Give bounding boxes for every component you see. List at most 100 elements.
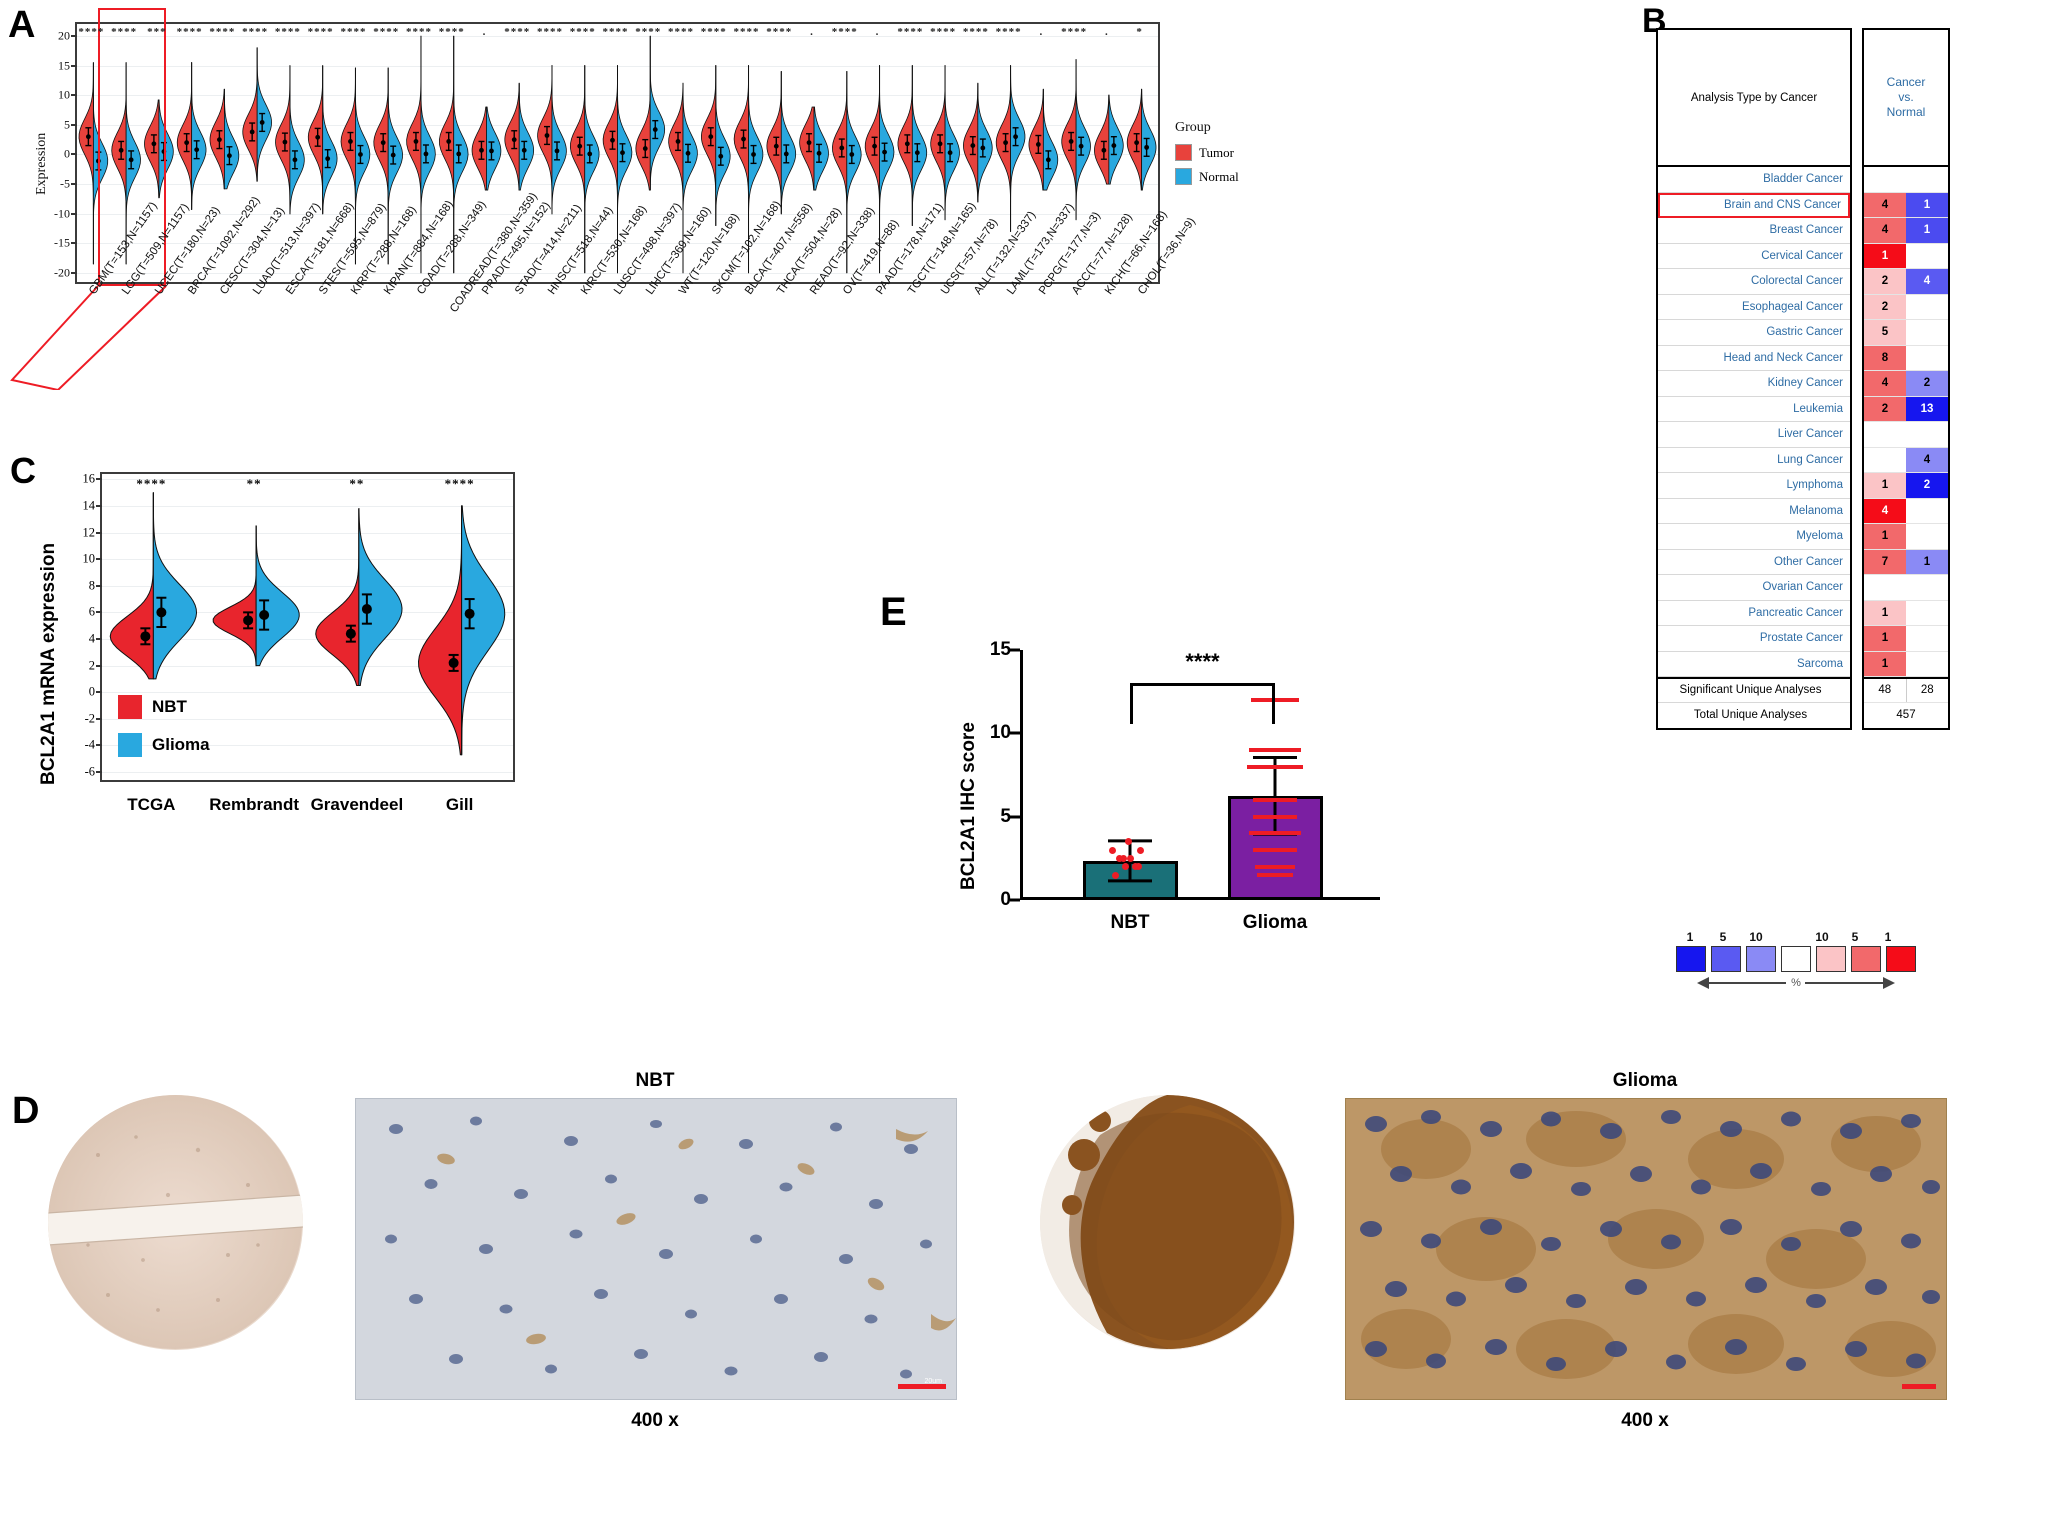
over-expression-cell xyxy=(1864,575,1906,600)
cancer-type-row: Myeloma xyxy=(1658,524,1850,550)
cancer-type-row: Colorectal Cancer xyxy=(1658,269,1850,295)
panel-e-y-tickmark xyxy=(1010,898,1020,902)
panel-c-x-label: Rembrandt xyxy=(209,795,299,814)
panel-a-significance: **** xyxy=(733,26,760,38)
normal-swatch xyxy=(1175,168,1192,185)
under-expression-cell xyxy=(1906,600,1948,625)
panel-c-y-axis-title: BCL2A1 mRNA expression xyxy=(38,542,59,785)
color-key-percent-label: % xyxy=(1791,977,1801,989)
cancer-value-row: 41 xyxy=(1864,218,1948,244)
panel-e-nbt-point xyxy=(1136,846,1144,854)
cancer-type-row: Kidney Cancer xyxy=(1658,371,1850,397)
panel-e-significance: **** xyxy=(1185,649,1220,675)
over-expression-cell: 2 xyxy=(1864,396,1906,421)
panel-c-legend: NBT Glioma xyxy=(118,695,210,771)
cancer-value-row: 71 xyxy=(1864,549,1948,575)
panel-e-glioma-point-line xyxy=(1253,814,1297,819)
panel-a-significance: **** xyxy=(569,26,596,38)
panel-e-glioma-point-line xyxy=(1255,864,1295,869)
glioma-400x-image xyxy=(1345,1098,1947,1400)
nbt-core-svg xyxy=(48,1095,303,1349)
over-expression-cell: 1 xyxy=(1864,600,1906,625)
under-expression-cell xyxy=(1906,575,1948,600)
panel-a-significance: . xyxy=(810,26,814,38)
panel-a-y-tick: -20 xyxy=(54,265,70,280)
over-expression-cell: 7 xyxy=(1864,549,1906,574)
under-expression-cell xyxy=(1906,524,1948,549)
cancer-type-row: Cervical Cancer xyxy=(1658,244,1850,269)
color-key-labels: 1 5 10 10 5 1 xyxy=(1676,930,1916,944)
color-key-label: 10 xyxy=(1815,930,1829,944)
nbt-400x-image: 20um xyxy=(355,1098,957,1400)
panel-a-significance: **** xyxy=(995,26,1022,38)
under-expression-cell: 2 xyxy=(1906,371,1948,396)
panel-a-legend-title: Group xyxy=(1175,120,1211,135)
right-arrow-icon xyxy=(1804,977,1895,989)
cancer-type-row: Sarcoma xyxy=(1658,652,1850,677)
panel-a-significance: . xyxy=(482,26,487,38)
panel-d-letter: D xyxy=(12,1090,40,1132)
values-header-line-1: Cancer xyxy=(1886,75,1926,89)
significant-analyses-label: Significant Unique Analyses xyxy=(1658,677,1850,703)
panel-a-letter: A xyxy=(8,4,36,46)
over-expression-cell: 8 xyxy=(1864,345,1906,370)
panel-c-significance: **** xyxy=(444,476,475,491)
panel-a-significance: **** xyxy=(1061,26,1088,38)
panel-a-legend-item-tumor: Tumor xyxy=(1175,144,1239,161)
nbt-scale-text: 20um xyxy=(924,1378,942,1385)
panel-c-y-tick: 8 xyxy=(88,578,95,593)
panel-c-significance: ** xyxy=(246,476,262,491)
cancer-type-row: Liver Cancer xyxy=(1658,422,1850,448)
cancer-type-row: Bladder Cancer xyxy=(1658,167,1850,193)
glioma-400x-svg xyxy=(1346,1099,1946,1399)
nbt-400x-svg xyxy=(356,1099,956,1399)
oncomine-names-header: Analysis Type by Cancer xyxy=(1658,30,1850,167)
panel-c-legend-label-glioma: Glioma xyxy=(152,735,210,754)
panel-a-legend-label-normal: Normal xyxy=(1199,168,1239,184)
panel-a-significance: **** xyxy=(340,26,367,38)
panel-c-y-tick: 4 xyxy=(88,631,95,646)
over-expression-cell xyxy=(1864,167,1906,192)
cancer-value-row: 2 xyxy=(1864,294,1948,320)
under-expression-cell xyxy=(1906,243,1948,268)
total-value: 457 xyxy=(1896,709,1916,722)
over-expression-cell: 1 xyxy=(1864,651,1906,676)
panel-e-nbt-point xyxy=(1119,854,1127,862)
significant-over-value: 48 xyxy=(1878,684,1892,697)
under-expression-cell xyxy=(1906,320,1948,345)
panel-c-legend-label-nbt: NBT xyxy=(152,697,187,716)
values-header-line-2: vs. xyxy=(1898,90,1914,104)
glioma-swatch xyxy=(118,733,142,757)
oncomine-names-column: Analysis Type by Cancer Bladder Cancer Br… xyxy=(1656,28,1852,730)
under-expression-cell xyxy=(1906,626,1948,651)
color-key-label xyxy=(1775,930,1803,944)
panel-a-significance: **** xyxy=(635,26,662,38)
panel-a-y-tick: -5 xyxy=(60,176,70,191)
over-expression-cell: 4 xyxy=(1864,218,1906,243)
panel-a-significance: * xyxy=(1136,26,1143,38)
cancer-type-row: Melanoma xyxy=(1658,499,1850,524)
panel-a-significance: **** xyxy=(438,26,465,38)
under-expression-cell: 13 xyxy=(1906,396,1948,421)
panel-a-legend-label-tumor: Tumor xyxy=(1199,144,1234,160)
panel-a-y-tick: 10 xyxy=(58,87,70,102)
cancer-type-row: Gastric Cancer xyxy=(1658,320,1850,346)
panel-e-x-label: NBT xyxy=(1110,912,1150,933)
panel-d: D 20um NBT Glioma 400 x 400 x xyxy=(0,1070,2050,1539)
color-key-swatch xyxy=(1781,946,1811,972)
panel-c-x-label: Gill xyxy=(445,795,474,814)
panel-a-significance: **** xyxy=(504,26,531,38)
over-expression-cell: 2 xyxy=(1864,294,1906,319)
color-key-swatch xyxy=(1746,946,1776,972)
panel-a-significance: **** xyxy=(930,26,957,38)
panel-b: B Analysis Type by Cancer Bladder Cancer… xyxy=(1640,0,2050,1010)
panel-a-y-tick: 20 xyxy=(58,28,70,43)
panel-a-significance: . xyxy=(875,26,880,38)
color-key-swatch xyxy=(1886,946,1916,972)
panel-a-significance: **** xyxy=(536,26,563,38)
cancer-value-row: 1 xyxy=(1864,243,1948,269)
panel-e-nbt-point xyxy=(1134,863,1142,871)
nbt-swatch xyxy=(118,695,142,719)
cancer-type-row: Leukemia xyxy=(1658,397,1850,422)
cancer-type-row: Breast Cancer xyxy=(1658,218,1850,244)
